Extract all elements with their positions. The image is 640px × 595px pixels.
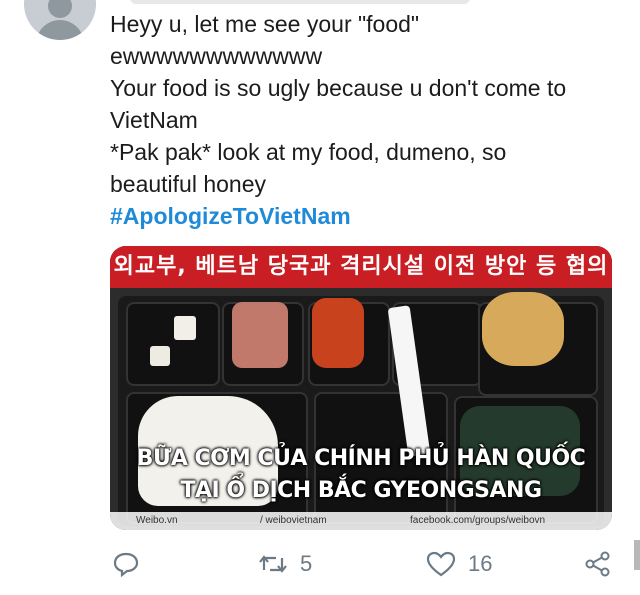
like-button[interactable]: 16 [426, 550, 492, 578]
tweet-line: Heyy u, let me see your "food" [110, 11, 420, 37]
tweet-line: ewwwwwwwwwwww [110, 43, 323, 69]
source-weibo: Weibo.vn [136, 515, 178, 526]
retweet-icon [259, 555, 287, 573]
reply-button[interactable] [112, 550, 140, 578]
radish-food [150, 346, 170, 366]
retweet-button[interactable]: 5 [258, 550, 312, 578]
tweet-text: Heyy u, let me see your "food" ewwwwwwww… [110, 8, 630, 232]
image-sources: Weibo.vn / weibovietnam facebook.com/gro… [110, 512, 612, 530]
tweet-actions: 5 16 [0, 540, 640, 590]
image-caption-line1: BỮA CƠM CỦA CHÍNH PHỦ HÀN QUỐC [136, 446, 586, 471]
news-banner: 외교부, 베트남 당국과 격리시설 이전 방안 등 협의 [110, 246, 612, 288]
source-web: / weibovietnam [260, 515, 327, 526]
hashtag-link[interactable]: #ApologizeToVietNam [110, 200, 630, 232]
tweet-line: *Pak pak* look at my food, dumeno, so [110, 139, 507, 165]
scrollbar[interactable] [634, 540, 640, 570]
share-button[interactable] [584, 550, 612, 578]
image-caption-line2: TẠI Ổ DỊCH BẮC GYEONGSANG [180, 478, 542, 503]
cropped-header-text [130, 0, 470, 4]
radish-food [174, 316, 196, 340]
share-icon [585, 551, 610, 577]
heart-icon [426, 551, 456, 577]
like-count: 16 [468, 551, 493, 576]
retweet-count: 5 [300, 551, 313, 576]
tweet-line: beautiful honey [110, 171, 267, 197]
reply-icon [113, 552, 139, 578]
avatar-body [36, 20, 84, 40]
vegetable-food [232, 302, 288, 368]
avatar[interactable] [24, 0, 96, 40]
kimchi-food [312, 298, 364, 368]
tweet-line: Your food is so ugly because u don't com… [110, 75, 567, 101]
avatar-head [48, 0, 72, 18]
tray-compartment [126, 302, 220, 386]
tweet-media-image[interactable]: 외교부, 베트남 당국과 격리시설 이전 방안 등 협의 BỮA CƠM CỦA… [110, 246, 612, 530]
source-facebook: facebook.com/groups/weibovn [410, 515, 546, 526]
egg-food [482, 292, 564, 366]
tweet-line: VietNam [110, 107, 198, 133]
